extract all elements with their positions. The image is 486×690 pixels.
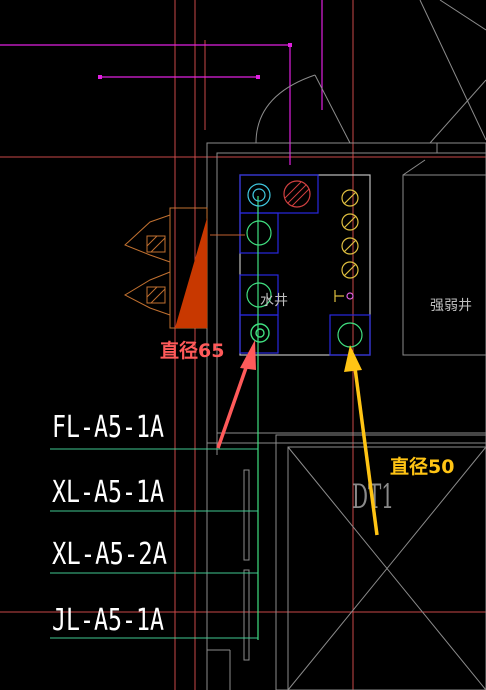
pipe-label-xl-1: XL-A5-1A bbox=[52, 475, 164, 510]
shaft-box bbox=[239, 174, 371, 356]
pipe-green-4 bbox=[337, 322, 363, 348]
pipe-label-fl: FL-A5-1A bbox=[52, 410, 164, 445]
pipe-cyan-outer bbox=[247, 183, 271, 207]
pipe-label-jl: JL-A5-1A bbox=[52, 603, 164, 638]
pipe-cyan-inner bbox=[252, 188, 266, 202]
pipe-green-3-inner bbox=[255, 328, 265, 338]
annotation-left-diameter: 直径65 bbox=[160, 339, 224, 362]
magenta-lines bbox=[0, 0, 323, 165]
pipe-label-xl-2: XL-A5-2A bbox=[52, 537, 167, 572]
annotation-right-diameter: 直径50 bbox=[390, 455, 454, 478]
yellow-cable-circles bbox=[334, 189, 359, 302]
room-label: 强弱井 bbox=[430, 298, 472, 314]
building-walls bbox=[206, 0, 486, 690]
red-grid-lines bbox=[0, 0, 486, 690]
blue-equipment-boxes bbox=[239, 174, 371, 356]
pipe-green-1 bbox=[246, 220, 272, 246]
pipe-green-3-outer bbox=[250, 323, 270, 343]
cad-drawing-canvas: 水井 强弱井 DT1 FL-A5-1A XL-A5-1A XL-A5-2A JL… bbox=[0, 0, 486, 690]
shaft-label: 水井 bbox=[260, 293, 288, 309]
